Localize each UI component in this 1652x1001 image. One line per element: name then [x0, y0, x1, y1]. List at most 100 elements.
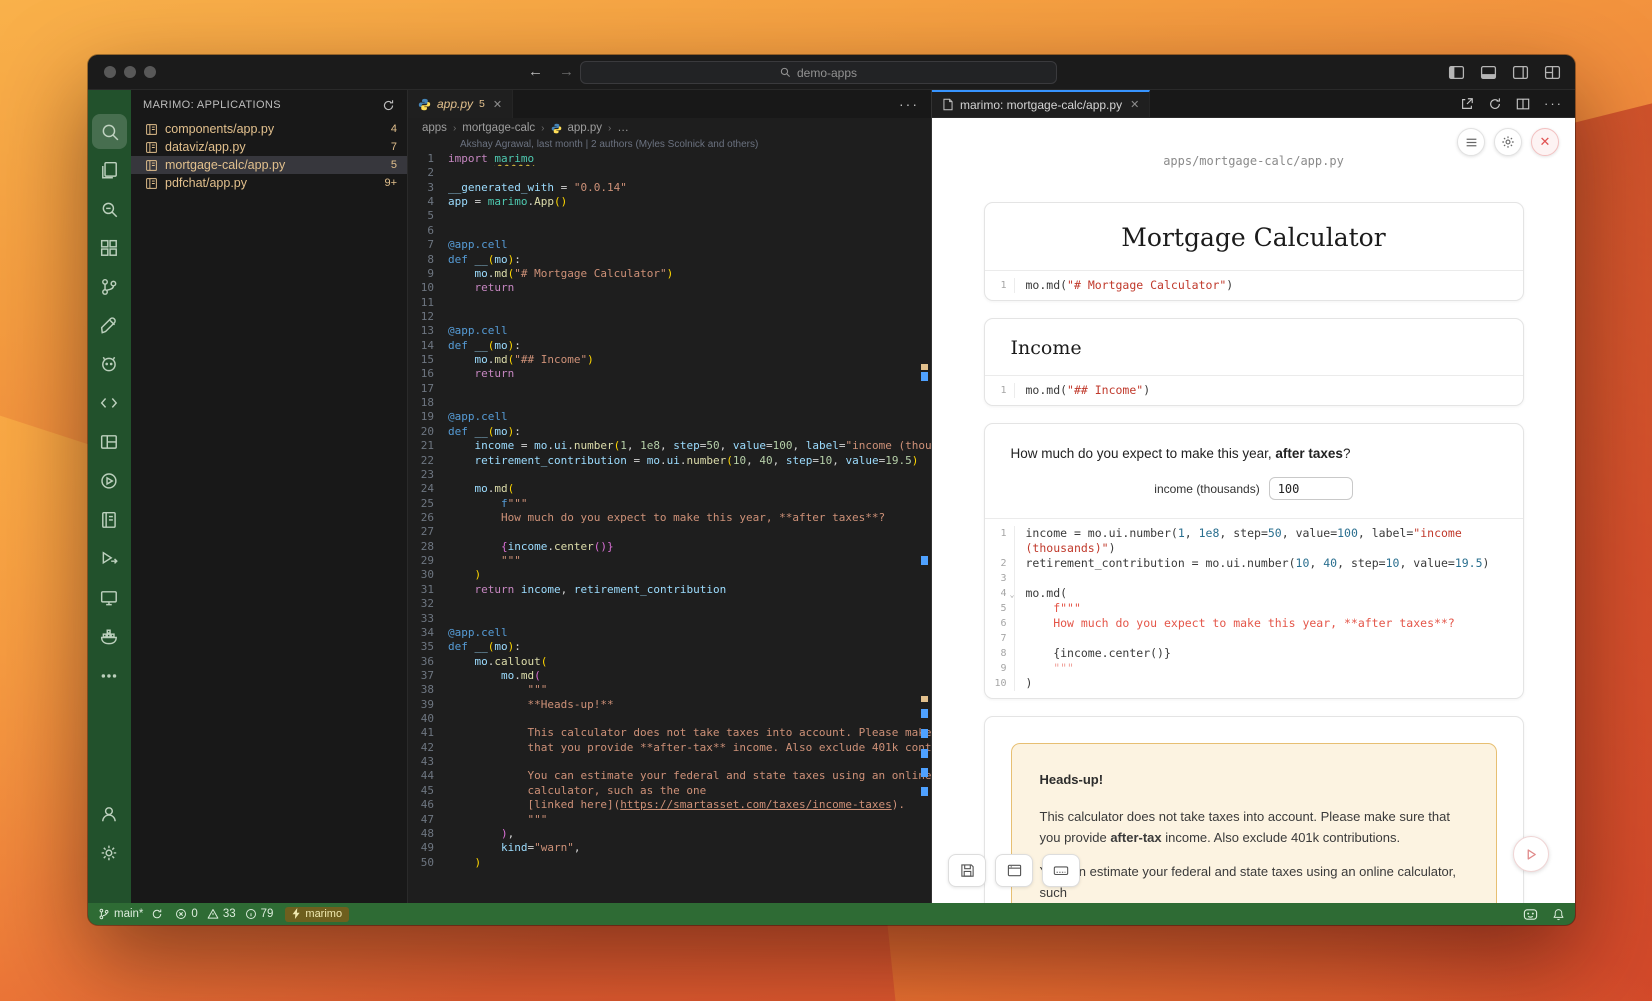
open-browser-button[interactable]	[995, 854, 1033, 887]
code-line[interactable]: 14def __(mo):	[408, 339, 931, 353]
code-line[interactable]: 31 return income, retirement_contributio…	[408, 583, 931, 597]
code-editor[interactable]: Akshay Agrawal, last month | 2 authors (…	[408, 138, 931, 903]
code-line[interactable]: 35def __(mo):	[408, 640, 931, 654]
code-line[interactable]: 39 **Heads-up!**	[408, 698, 931, 712]
more-actions-icon[interactable]: ···	[1544, 96, 1563, 111]
code-line[interactable]: 16 return	[408, 367, 931, 381]
code-line[interactable]: 19@app.cell	[408, 410, 931, 424]
code-line[interactable]: 10)	[985, 676, 1523, 691]
code-line[interactable]: 41 This calculator does not take taxes i…	[408, 726, 931, 740]
activity-bar-item-settings-gear[interactable]	[92, 836, 127, 871]
code-line[interactable]: 43	[408, 755, 931, 769]
activity-bar-item-play-circle[interactable]	[92, 464, 127, 499]
back-arrow-icon[interactable]: ←	[528, 63, 543, 80]
forward-arrow-icon[interactable]: →	[559, 63, 574, 80]
code-line[interactable]: 46 [linked here](https://smartasset.com/…	[408, 798, 931, 812]
code-line[interactable]: 27	[408, 525, 931, 539]
feedback-smiley-icon[interactable]	[1523, 907, 1538, 922]
code-line[interactable]: 23	[408, 468, 931, 482]
settings-gear-icon[interactable]	[1494, 128, 1522, 156]
code-line[interactable]: 28 {income.center()}	[408, 540, 931, 554]
code-line[interactable]: 45 calculator, such as the one	[408, 784, 931, 798]
code-line[interactable]: 32	[408, 597, 931, 611]
code-line[interactable]: 3__generated_with = "0.0.14"	[408, 181, 931, 195]
window-close-button[interactable]	[104, 66, 116, 78]
code-line[interactable]: 6	[408, 224, 931, 238]
code-line[interactable]: 1import marimo	[408, 152, 931, 166]
breadcrumb-item[interactable]: app.py	[568, 122, 603, 134]
keyboard-shortcuts-button[interactable]	[1042, 854, 1080, 887]
bell-icon[interactable]	[1552, 908, 1565, 921]
window-zoom-button[interactable]	[144, 66, 156, 78]
problems-status[interactable]: 0 33 79	[175, 908, 273, 920]
code-line[interactable]: 2retirement_contribution = mo.ui.number(…	[985, 556, 1523, 571]
activity-bar-item-run[interactable]	[92, 542, 127, 577]
code-line[interactable]: 17	[408, 382, 931, 396]
activity-bar-item-arrows[interactable]	[92, 386, 127, 421]
income-input[interactable]	[1269, 477, 1353, 500]
activity-bar-item-account[interactable]	[92, 797, 127, 832]
activity-bar-item-more[interactable]	[92, 659, 127, 694]
code-line[interactable]: 2	[408, 166, 931, 180]
run-app-button[interactable]	[1513, 836, 1549, 872]
activity-bar-item-zoom[interactable]	[92, 192, 127, 227]
code-line[interactable]: 36 mo.callout(	[408, 655, 931, 669]
code-line[interactable]: 29 """	[408, 554, 931, 568]
code-line[interactable]: 30 )	[408, 568, 931, 582]
save-button[interactable]	[948, 854, 986, 887]
code-line[interactable]: 34@app.cell	[408, 626, 931, 640]
activity-bar-item-docker[interactable]	[92, 620, 127, 655]
code-line[interactable]: 37 mo.md(	[408, 669, 931, 683]
code-line[interactable]: 1income = mo.ui.number(1, 1e8, step=50, …	[985, 526, 1523, 541]
code-line[interactable]: 44 You can estimate your federal and sta…	[408, 769, 931, 783]
code-line[interactable]: 4app = marimo.App()	[408, 195, 931, 209]
marimo-status-badge[interactable]: marimo	[285, 907, 349, 922]
activity-bar-item-layout[interactable]	[92, 425, 127, 460]
code-line[interactable]: 22 retirement_contribution = mo.ui.numbe…	[408, 454, 931, 468]
customize-layout-icon[interactable]	[1544, 64, 1561, 81]
breadcrumb[interactable]: apps› mortgage-calc› app.py› …	[408, 118, 931, 138]
code-line[interactable]: 8def __(mo):	[408, 253, 931, 267]
more-actions-icon[interactable]: ···	[887, 90, 931, 118]
code-line[interactable]: 9 """	[985, 661, 1523, 676]
menu-icon[interactable]	[1457, 128, 1485, 156]
activity-bar-item-monitor[interactable]	[92, 581, 127, 616]
tab-marimo-preview[interactable]: marimo: mortgage-calc/app.py ✕	[932, 90, 1150, 117]
code-line[interactable]: 5	[408, 209, 931, 223]
code-line[interactable]: 50 )	[408, 856, 931, 870]
toggle-sidebar-icon[interactable]	[1448, 64, 1465, 81]
code-line[interactable]: 48 ),	[408, 827, 931, 841]
code-line[interactable]: 12	[408, 310, 931, 324]
code-line[interactable]: 42 that you provide **after-tax** income…	[408, 741, 931, 755]
code-line[interactable]: 11	[408, 296, 931, 310]
activity-bar-item-blocks[interactable]	[92, 231, 127, 266]
code-line[interactable]: (thousands)")	[985, 541, 1523, 556]
tab-app-py[interactable]: app.py 5 ✕	[408, 90, 513, 118]
code-line[interactable]: 15 mo.md("## Income")	[408, 353, 931, 367]
cell-code[interactable]: 1income = mo.ui.number(1, 1e8, step=50, …	[985, 519, 1523, 698]
code-line[interactable]: 47 """	[408, 813, 931, 827]
file-item[interactable]: components/app.py4	[131, 120, 407, 138]
code-line[interactable]: 38 """	[408, 683, 931, 697]
command-center-search[interactable]: demo-apps	[580, 61, 1057, 84]
code-line[interactable]: 20def __(mo):	[408, 425, 931, 439]
file-item[interactable]: dataviz/app.py7	[131, 138, 407, 156]
code-line[interactable]: 21 income = mo.ui.number(1, 1e8, step=50…	[408, 439, 931, 453]
code-line[interactable]: 7	[985, 631, 1523, 646]
git-blame-codelens[interactable]: Akshay Agrawal, last month | 2 authors (…	[408, 138, 931, 152]
refresh-icon[interactable]	[382, 99, 395, 112]
code-line[interactable]: 18	[408, 396, 931, 410]
breadcrumb-item[interactable]: apps	[422, 122, 447, 134]
code-line[interactable]: 8 {income.center()}	[985, 646, 1523, 661]
toggle-secondary-sidebar-icon[interactable]	[1512, 64, 1529, 81]
code-line[interactable]: 49 kind="warn",	[408, 841, 931, 855]
code-line[interactable]: 1mo.md("## Income")	[985, 383, 1523, 398]
cell-code[interactable]: 1mo.md("## Income")	[985, 376, 1523, 405]
code-line[interactable]: 10 return	[408, 281, 931, 295]
toggle-panel-icon[interactable]	[1480, 64, 1497, 81]
code-line[interactable]: 40	[408, 712, 931, 726]
code-line[interactable]: 4⌄mo.md(	[985, 586, 1523, 601]
breadcrumb-item[interactable]: mortgage-calc	[462, 122, 535, 134]
activity-bar-item-branch[interactable]	[92, 270, 127, 305]
code-line[interactable]: 5 f"""	[985, 601, 1523, 616]
